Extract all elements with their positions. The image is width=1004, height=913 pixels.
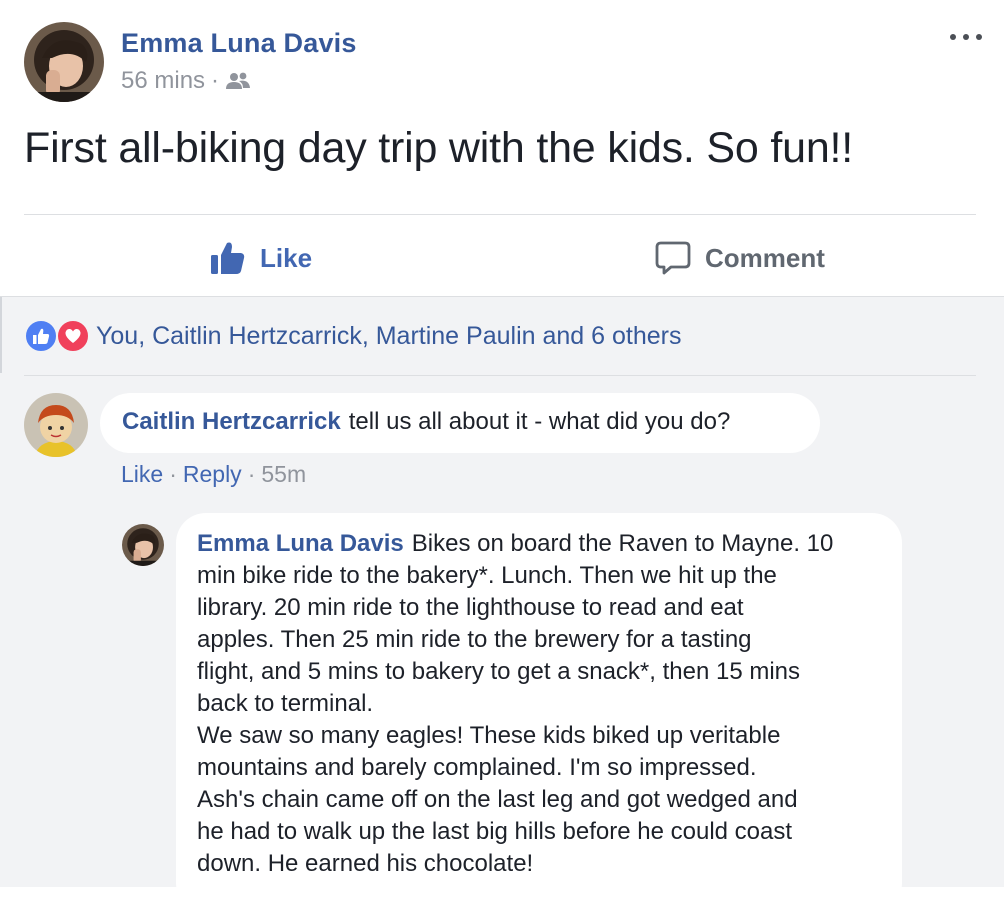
post-card: Emma Luna Davis 56 mins · First all-biki…	[0, 0, 1004, 296]
comment-author[interactable]: Caitlin Hertzcarrick	[122, 408, 341, 435]
reactions-summary[interactable]: You, Caitlin Hertzcarrick, Martine Pauli…	[24, 319, 681, 353]
comment-text: tell us all about it - what did you do?	[348, 408, 731, 435]
comment-label: Comment	[705, 242, 825, 273]
post-author-name[interactable]: Emma Luna Davis	[121, 28, 357, 59]
thumbs-up-icon	[210, 240, 246, 276]
reply-line: library. 20 min ride to the lighthouse t…	[197, 594, 744, 621]
avatar-photo	[24, 393, 88, 457]
reactions-accent-bar	[0, 297, 2, 373]
divider	[24, 375, 976, 376]
like-reaction-icon	[24, 319, 58, 353]
comment-timestamp[interactable]: 55m	[261, 461, 306, 488]
reply-line: Ash's chain came off on the last leg and…	[197, 786, 798, 813]
comment-bubble: Caitlin Hertzcarrick tell us all about it…	[100, 393, 820, 453]
reply-line: Emma Luna Davis Bikes on board the Raven …	[197, 530, 834, 557]
avatar-photo	[122, 524, 164, 566]
comment-like-link[interactable]: Like	[121, 461, 163, 488]
comment-bubble-icon	[655, 240, 691, 276]
friends-icon[interactable]	[225, 71, 251, 91]
reply-line: flight, and 5 mins to bakery to get a sn…	[197, 658, 800, 685]
reaction-icons	[24, 319, 90, 353]
divider	[24, 214, 976, 215]
reply-line: apples. Then 25 min ride to the brewery …	[197, 626, 752, 653]
commenter-avatar[interactable]	[24, 393, 88, 457]
reply-author-avatar[interactable]	[122, 524, 164, 566]
more-options-icon[interactable]	[950, 34, 982, 44]
reply-line: mountains and barely complained. I'm so …	[197, 754, 757, 781]
post-text: First all-biking day trip with the kids.…	[24, 124, 854, 172]
like-button[interactable]: Like	[210, 236, 312, 280]
author-avatar[interactable]	[24, 22, 104, 102]
reactions-summary-text: You, Caitlin Hertzcarrick, Martine Pauli…	[96, 321, 682, 350]
comment-reply-link[interactable]: Reply	[183, 461, 242, 488]
reply-line: We saw so many eagles! These kids biked …	[197, 722, 781, 749]
reply-line: he had to walk up the last big hills bef…	[197, 818, 793, 845]
reply-bubble: Emma Luna Davis Bikes on board the Raven …	[176, 513, 902, 913]
love-reaction-icon	[56, 319, 90, 353]
avatar-photo	[24, 22, 104, 102]
comments-section: You, Caitlin Hertzcarrick, Martine Pauli…	[0, 296, 1004, 913]
reply-line: back to terminal.	[197, 690, 374, 717]
meta-separator: ·	[211, 67, 220, 94]
reply-author[interactable]: Emma Luna Davis	[197, 530, 404, 557]
reply-line: down. He earned his chocolate!	[197, 850, 534, 877]
comment-actions: Like · Reply · 55m	[121, 461, 307, 488]
post-meta: 56 mins ·	[121, 67, 251, 95]
post-timestamp[interactable]: 56 mins	[121, 67, 205, 95]
comment-button[interactable]: Comment	[655, 236, 825, 280]
like-label: Like	[260, 242, 313, 273]
reply-line: min bike ride to the bakery*. Lunch. The…	[197, 562, 777, 589]
